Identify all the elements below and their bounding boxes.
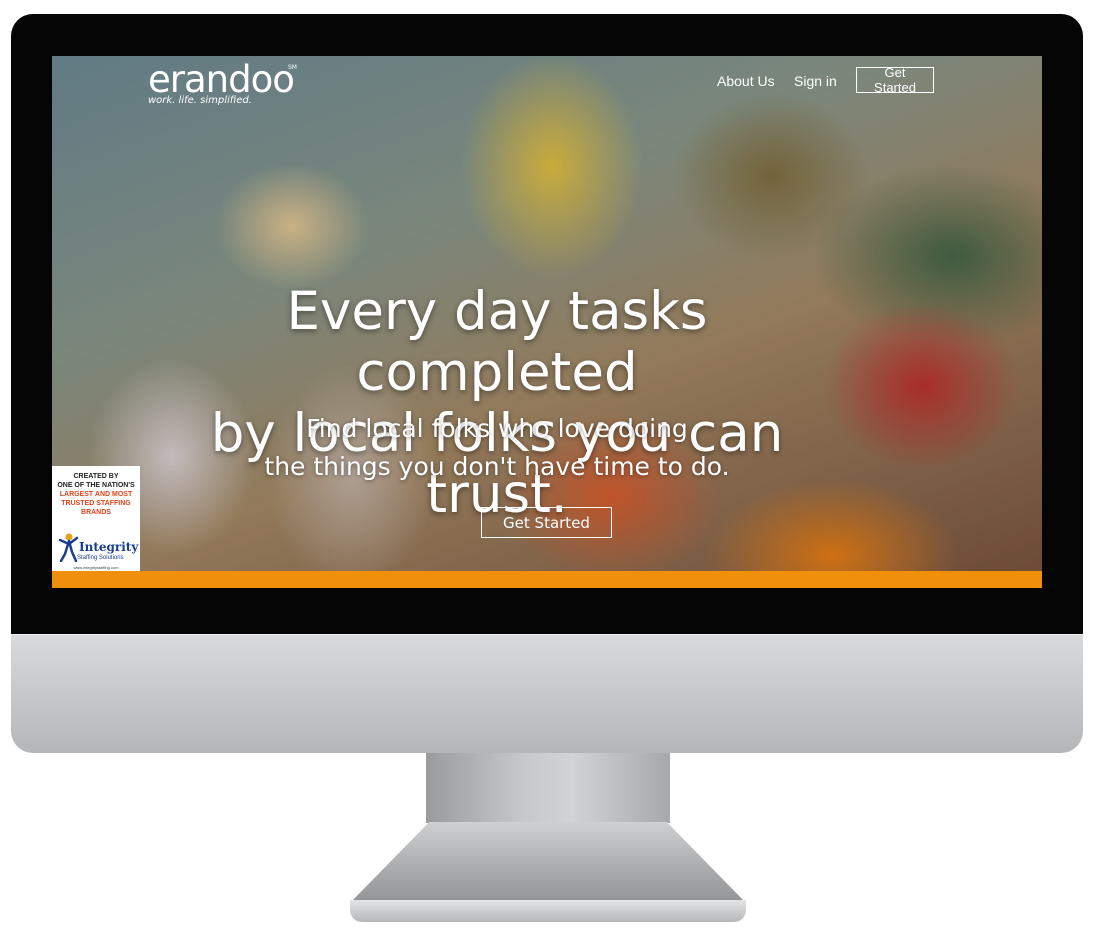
brand-logo[interactable]: erandoo SM work. life. simplified. bbox=[148, 58, 297, 107]
nav-signin-link[interactable]: Sign in bbox=[794, 73, 837, 89]
figure-icon bbox=[58, 533, 79, 562]
integrity-logo-url: www.integritystaffing.com bbox=[73, 565, 119, 570]
staffing-brand-badge[interactable]: CREATED BY ONE OF THE NATION'S LARGEST A… bbox=[52, 466, 140, 578]
hero-get-started-button[interactable]: Get Started bbox=[481, 507, 612, 538]
accent-bar bbox=[52, 571, 1042, 588]
hero-headline: Every day tasks completed by local folks… bbox=[172, 281, 822, 525]
monitor-chin bbox=[11, 634, 1083, 753]
integrity-logo: Integrity Staffing Solutions www.integri… bbox=[57, 528, 139, 572]
hero-subline: Find local folks who love doing the thin… bbox=[252, 410, 742, 486]
badge-line-4: TRUSTED STAFFING bbox=[61, 500, 131, 507]
integrity-logo-subtitle: Staffing Solutions bbox=[77, 555, 124, 561]
trademark-mark: SM bbox=[288, 64, 297, 71]
hero-subline-line2: the things you don't have time to do. bbox=[264, 452, 730, 481]
brand-name: erandoo bbox=[148, 58, 295, 101]
nav-get-started-button[interactable]: Get Started bbox=[856, 65, 934, 95]
hero-subline-line1: Find local folks who love doing bbox=[306, 414, 688, 443]
monitor-stand bbox=[350, 822, 746, 910]
badge-line-2: ONE OF THE NATION'S bbox=[57, 482, 135, 489]
monitor-neck bbox=[426, 753, 670, 823]
nav-about-link[interactable]: About Us bbox=[717, 73, 775, 89]
badge-line-3: LARGEST AND MOST bbox=[59, 491, 133, 498]
monitor-stand-foot bbox=[350, 900, 746, 922]
hero-headline-line1: Every day tasks completed bbox=[286, 281, 708, 403]
badge-line-5: BRANDS bbox=[81, 509, 111, 516]
integrity-logo-name: Integrity bbox=[79, 540, 139, 554]
website-screen: erandoo SM work. life. simplified. About… bbox=[52, 56, 1042, 588]
badge-line-1: CREATED BY bbox=[73, 473, 119, 480]
